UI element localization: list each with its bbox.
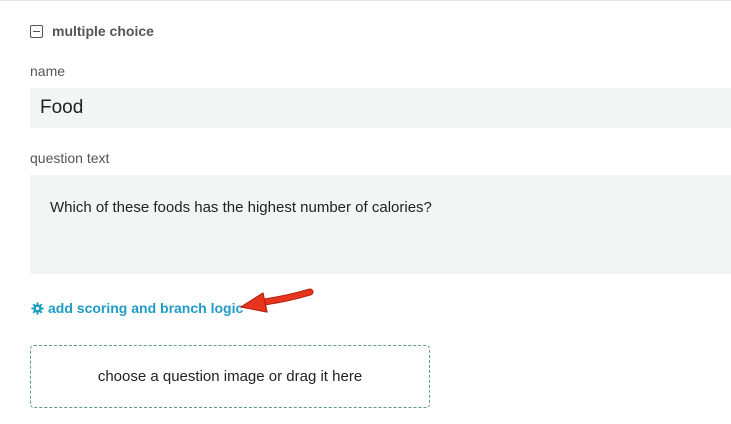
question-image-dropzone[interactable]: choose a question image or drag it here [30,345,430,408]
gear-icon [31,301,44,315]
dropzone-label: choose a question image or drag it here [97,368,363,385]
name-label: name [30,63,66,79]
question-text-field[interactable]: Which of these foods has the highest num… [30,175,731,274]
add-scoring-logic-link[interactable]: add scoring and branch logic [31,300,243,316]
add-scoring-logic-label: add scoring and branch logic [48,300,244,316]
section-header[interactable]: multiple choice [30,22,154,40]
top-divider [0,0,731,1]
red-arrow-icon [240,288,314,313]
name-field[interactable] [30,88,731,128]
minus-square-icon[interactable] [30,24,43,38]
question-editor-panel: multiple choice name question text Which… [0,0,731,424]
section-title: multiple choice [52,23,154,39]
question-text-label: question text [30,150,110,166]
